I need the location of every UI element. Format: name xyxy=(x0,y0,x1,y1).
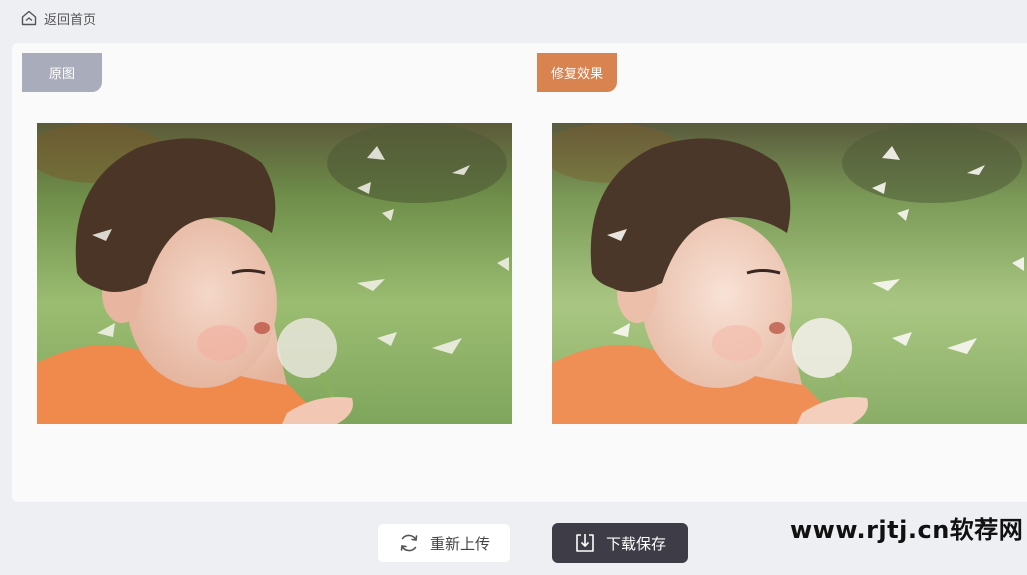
comparison-panel: 原图 修复效果 xyxy=(12,43,1027,502)
result-tag: 修复效果 xyxy=(537,53,617,92)
download-save-label: 下载保存 xyxy=(605,534,666,553)
download-save-button[interactable]: 下载保存 xyxy=(552,523,688,563)
top-bar: 返回首页 xyxy=(0,0,1027,36)
result-image xyxy=(552,123,1027,424)
back-home-link[interactable]: 返回首页 xyxy=(20,9,96,28)
reupload-label: 重新上传 xyxy=(429,534,490,553)
refresh-icon xyxy=(398,532,420,554)
reupload-button[interactable]: 重新上传 xyxy=(377,523,511,563)
home-icon xyxy=(20,9,38,27)
download-icon xyxy=(574,532,596,554)
original-tag: 原图 xyxy=(22,53,102,92)
watermark-text: www.rjtj.cn软荐网 xyxy=(790,516,1024,544)
back-home-label: 返回首页 xyxy=(44,12,97,28)
original-image xyxy=(37,123,512,424)
